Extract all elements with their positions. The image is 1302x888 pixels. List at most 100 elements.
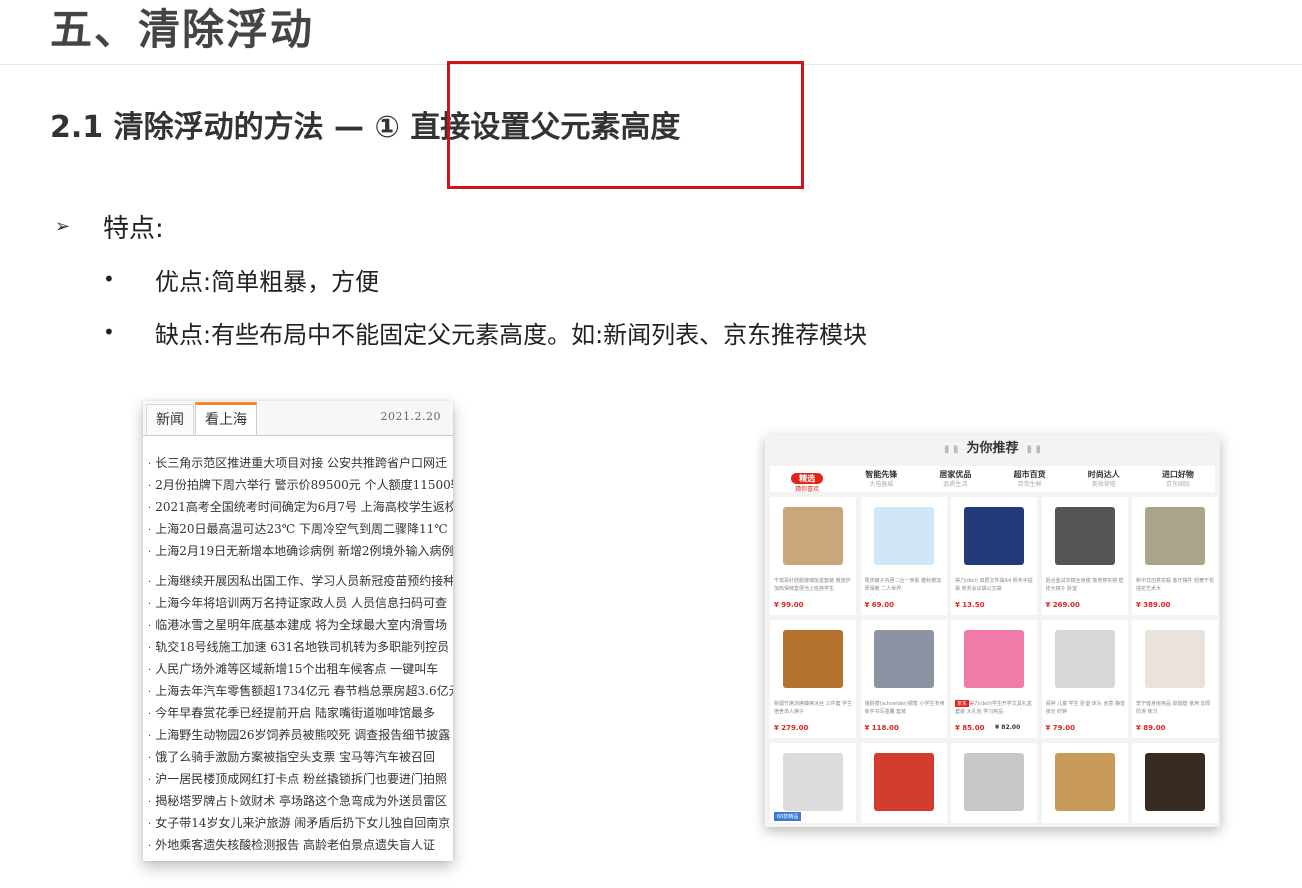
product-card[interactable]: 李宁健身房用品 瑜伽垫 家用 加厚 防滑 练习 ¥ 89.00	[1132, 620, 1218, 738]
product-plus-price: ¥ 82.00	[995, 724, 1021, 731]
news-item[interactable]: · 2月份拍牌下周六举行 警示价89500元 个人额度11500辆	[148, 474, 453, 496]
jd-title-bar: ▮ ▮ 为你推荐 ▮ ▮	[765, 435, 1220, 463]
title-deco-icon: ▮ ▮	[943, 444, 959, 455]
jd-tab[interactable]: 超市百货 百货生鲜	[993, 466, 1067, 492]
news-item[interactable]: · 上海2月19日无新增本地确诊病例 新增2例境外输入病例	[148, 540, 453, 562]
news-item-text: 轨交18号线施工加速 631名地铁司机转为多职能列控员	[155, 640, 450, 654]
product-card[interactable]: 闹钟 儿童 学生 卧室 床头 创意 静音 夜光 时钟 ¥ 79.00	[1041, 620, 1128, 738]
news-item[interactable]: · 长三角示范区推进重大项目对接 公安共推跨省户口网迁	[148, 452, 453, 474]
product-card[interactable]: 施耐德(schneider)钢笔 小学生专用 练字书写墨囊 套装 ¥ 118.00	[860, 620, 947, 738]
jd-recommend-panel: ▮ ▮ 为你推荐 ▮ ▮ 精选 猜你喜欢 智能先锋 大电器城 居家优品 品质生活 超市百货 百货生…	[765, 435, 1220, 827]
news-bullet-icon: ·	[148, 459, 152, 470]
mat-icon	[783, 630, 843, 688]
news-item-text: 饿了么骑手激励方案被指空头支票 宝马等汽车被召回	[155, 750, 436, 764]
news-item[interactable]: · 今年早春赏花季已经提前开启 陆家嘴街道咖啡馆最多	[148, 702, 453, 724]
jd-tab[interactable]: 时尚达人 美妆穿搭	[1067, 466, 1141, 492]
jd-category-tabs: 精选 猜你喜欢 智能先锋 大电器城 居家优品 品质生活 超市百货 百货生鲜 时尚达人 美妆穿搭 进口…	[770, 466, 1215, 493]
product-card[interactable]: 千琪翡针硅胶玻璃饭盒套装 微波炉加热保鲜盒便当上班族学生 ¥ 99.00	[770, 497, 856, 615]
red-highlight-box	[447, 61, 804, 189]
news-bullet-icon: ·	[148, 481, 152, 492]
cons-point: • 缺点:有些布局中不能固定父元素高度。如:新闻列表、京东推荐模块	[103, 312, 867, 352]
news-list-panel: 新闻 看上海 2021.2.20 · 长三角示范区推进重大项目对接 公安共推跨省户…	[143, 401, 453, 861]
product-card[interactable]	[1132, 743, 1218, 823]
news-item[interactable]: · 外地乘客遗失核酸检测报告 高龄老伯景点遗失盲人证	[148, 834, 453, 856]
tab-shanghai[interactable]: 看上海	[195, 402, 257, 435]
title-deco-icon: ▮ ▮	[1026, 444, 1042, 455]
product-description: 施耐德(schneider)钢笔 小学生专用 练字书写墨囊 套装	[864, 701, 945, 715]
news-item-text: 人民广场外滩等区域新增15个出租车候客点 一键叫车	[155, 662, 439, 676]
product-price: ¥ 99.00	[774, 601, 804, 609]
product-price: ¥ 13.50	[955, 601, 985, 609]
lunchbox-icon	[783, 507, 843, 565]
news-item[interactable]: · 上海今年将培训两万名持证家政人员 人员信息扫码可查	[148, 592, 453, 614]
news-bullet-icon: ·	[148, 665, 152, 676]
arrow-bullet-icon: ➢	[55, 215, 71, 237]
cushion-icon	[1054, 753, 1115, 811]
car-icon	[873, 753, 934, 811]
news-item[interactable]: · 沪一居民楼顶成网红打卡点 粉丝撬锁拆门也要进门拍照	[148, 768, 453, 790]
pros-point: • 优点:简单粗暴，方便	[103, 259, 379, 299]
news-item[interactable]: · 饿了么骑手激励方案被指空头支票 宝马等汽车被召回	[148, 746, 453, 768]
jd-tab-sublabel: 百货生鲜	[1017, 481, 1042, 488]
news-item[interactable]: · 上海去年汽车零售额超1734亿元 春节档总票房超3.6亿元	[148, 680, 453, 702]
cons-text: 缺点:有些布局中不能固定父元素高度。如:新闻列表、京东推荐模块	[155, 320, 868, 349]
news-item[interactable]: · 上海20日最高温可达23℃ 下周冷空气到周二骤降11℃	[148, 518, 453, 540]
news-item-text: 外地乘客遗失核酸检测报告 高龄老伯景点遗失盲人证	[155, 838, 436, 852]
product-card[interactable]	[860, 743, 947, 823]
product-price: ¥ 79.00	[1045, 724, 1075, 732]
document-bag-icon	[964, 507, 1024, 565]
product-card[interactable]: 新中式创意花瓶 客厅摆件 轻奢干花插花艺术大 ¥ 389.00	[1132, 497, 1218, 615]
jd-tab-label: 超市百货	[1013, 470, 1046, 479]
feature-label: 特点:	[103, 213, 164, 244]
product-card[interactable]	[951, 743, 1037, 823]
jd-tab-label: 智能先锋	[865, 470, 898, 479]
product-card[interactable]: 新疆竹席凉席藤席冰丝 三件套 学生宿舍单人席子 ¥ 279.00	[770, 620, 856, 738]
product-card[interactable]: 铝合金试衣镜全身镜 落地穿衣镜 壁挂大镜子 卧室 ¥ 269.00	[1041, 497, 1128, 615]
news-item-text: 揭秘塔罗牌占卜敛财术 亭场路这个急弯成为外送员雷区	[155, 794, 448, 808]
news-bullet-icon: ·	[148, 547, 152, 558]
product-description: 李宁健身房用品 瑜伽垫 家用 加厚 防滑 练习	[1136, 701, 1211, 715]
news-item[interactable]: · 上海继续开展因私出国工作、学习人员新冠疫苗预约接种	[148, 570, 453, 592]
jd-tab[interactable]: 精选 猜你喜欢	[770, 466, 844, 493]
news-item-text: 长三角示范区推进重大项目对接 公安共推跨省户口网迁	[155, 456, 448, 470]
product-card[interactable]	[1041, 743, 1128, 823]
product-card[interactable]: 60款精品	[770, 743, 856, 823]
jd-tab-label: 居家优品	[939, 470, 972, 479]
product-description: 千琪翡针硅胶玻璃饭盒套装 微波炉加热保鲜盒便当上班族学生	[774, 578, 851, 592]
alarm-clock-icon	[1054, 630, 1115, 688]
product-price: ¥ 85.00	[955, 724, 985, 732]
news-item-text: 上海20日最高温可达23℃ 下周冷空气到周二骤降11℃	[155, 522, 448, 536]
product-description: 闹钟 儿童 学生 卧室 床头 创意 静音 夜光 时钟	[1045, 701, 1126, 715]
tea-set-icon	[1145, 753, 1205, 811]
jd-tab-label: 进口好物	[1161, 470, 1194, 479]
news-item-text: 上海去年汽车零售额超1734亿元 春节档总票房超3.6亿元	[155, 684, 453, 698]
news-item[interactable]: · 人民广场外滩等区域新增15个出租车候客点 一键叫车	[148, 658, 453, 680]
product-description: 新疆竹席凉席藤席冰丝 三件套 学生宿舍单人席子	[774, 701, 853, 715]
product-price: ¥ 279.00	[774, 724, 809, 732]
news-bullet-icon: ·	[148, 819, 152, 830]
news-bullet-icon: ·	[148, 841, 152, 852]
product-description: 得力(deli)学生开学文具礼盒套装 大礼包 学习用品	[955, 701, 1032, 715]
product-description: 得力(deli) 双层文件袋A4 帆布手提袋 商务会议袋公文袋	[955, 578, 1033, 592]
news-item[interactable]: · 上海野生动物园26岁饲养员被熊咬死 调查报告细节披露	[148, 724, 453, 746]
news-item[interactable]: · 2021高考全国统考时间确定为6月7号 上海高校学生返校	[148, 496, 453, 518]
news-bullet-icon: ·	[148, 643, 152, 654]
product-card[interactable]: 得力(deli) 双层文件袋A4 帆布手提袋 商务会议袋公文袋 ¥ 13.50	[951, 497, 1037, 615]
news-item[interactable]: · 揭秘塔罗牌占卜敛财术 亭场路这个急弯成为外送员雷区	[148, 790, 453, 812]
news-bullet-icon: ·	[148, 775, 152, 786]
jd-tab[interactable]: 进口好物 京东国际	[1141, 466, 1215, 492]
jd-tab[interactable]: 居家优品 品质生活	[918, 466, 992, 492]
news-item-text: 2月份拍牌下周六举行 警示价89500元 个人额度11500辆	[155, 478, 453, 492]
product-description: 周庆被子内胆二合一亲肤 春秋被加厚保暖 二人世界	[864, 578, 942, 592]
product-price: ¥ 89.00	[1136, 724, 1166, 732]
tab-news[interactable]: 新闻	[146, 404, 194, 435]
news-item[interactable]: · 临港冰雪之星明年底基本建成 将为全球最大室内滑雪场	[148, 614, 453, 636]
jd-tab[interactable]: 智能先锋 大电器城	[844, 466, 918, 492]
product-card[interactable]: 周庆被子内胆二合一亲肤 春秋被加厚保暖 二人世界 ¥ 69.00	[860, 497, 947, 615]
product-tag: 60款精品	[774, 812, 802, 821]
product-card[interactable]: 京东 得力(deli)学生开学文具礼盒套装 大礼包 学习用品 ¥ 85.00 ¥ 82…	[951, 620, 1037, 738]
news-item-text: 今年早春赏花季已经提前开启 陆家嘴街道咖啡馆最多	[155, 706, 436, 720]
news-item[interactable]: · 轨交18号线施工加速 631名地铁司机转为多职能列控员	[148, 636, 453, 658]
news-item[interactable]: · 女子带14岁女儿来沪旅游 闹矛盾后扔下女儿独自回南京	[148, 812, 453, 834]
stationery-icon	[964, 630, 1024, 688]
